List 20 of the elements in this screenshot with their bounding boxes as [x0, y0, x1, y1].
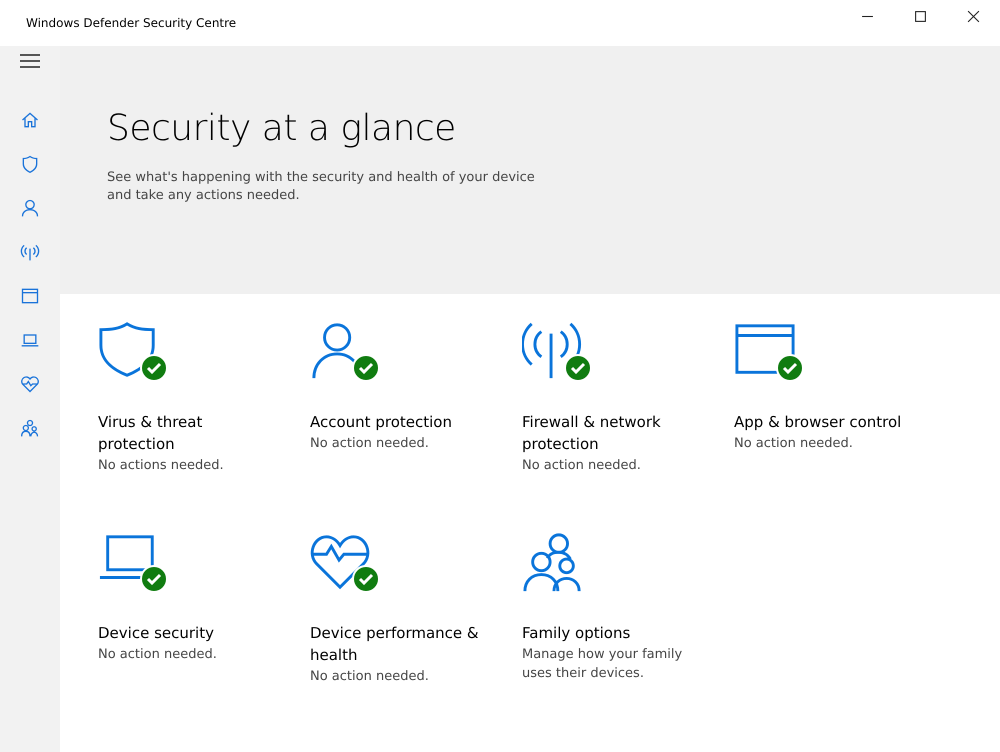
page-description: See what's happening with the security and health of your device and take any actions needed.	[107, 169, 536, 204]
tile-status: Manage how your family uses their devices.	[522, 646, 684, 684]
tile-status: No action needed.	[734, 434, 854, 453]
tile-status: No action needed.	[98, 646, 218, 664]
tile-status: No action needed.	[310, 434, 430, 453]
page-title: Security at a glance	[107, 108, 457, 149]
tile-title-link[interactable]: Device security	[98, 623, 268, 645]
tile-title-link[interactable]: Virus & threat protection	[98, 412, 268, 456]
maximize-icon[interactable]	[914, 10, 927, 22]
tile-title-link[interactable]: Family options	[522, 623, 692, 645]
window-title: Windows Defender Security Centre	[26, 16, 236, 30]
tile-status: No actions needed.	[98, 456, 225, 474]
tile-status: No action needed.	[310, 668, 430, 686]
tile-title-link[interactable]: App & browser control	[734, 412, 904, 434]
tile-title-link[interactable]: Account protection	[310, 412, 480, 434]
menu-icon[interactable]	[20, 54, 40, 68]
tile-status: No action needed.	[522, 456, 642, 474]
tile-title-link[interactable]: Device performance & health	[310, 623, 480, 666]
close-icon[interactable]	[967, 10, 980, 22]
tile-title-link[interactable]: Firewall & network protection	[522, 412, 692, 456]
